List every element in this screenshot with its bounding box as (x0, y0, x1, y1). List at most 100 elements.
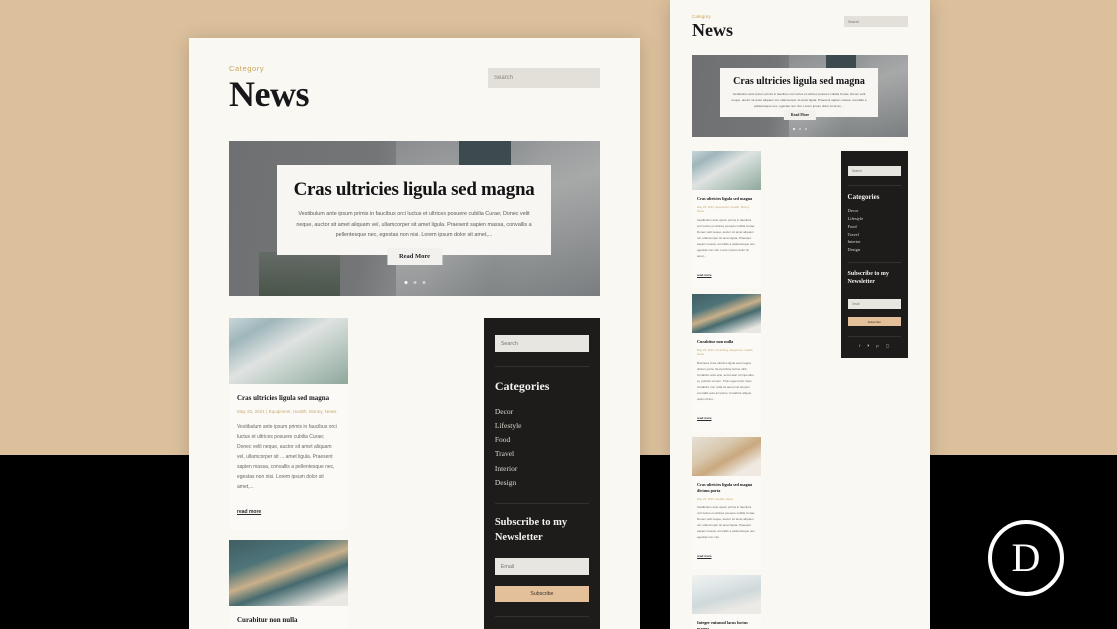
slider-dot-3[interactable] (422, 280, 425, 284)
post-excerpt: Business Cras ultricies ligula sed magna… (697, 361, 754, 402)
divider (847, 184, 901, 186)
tablet-hero-slider[interactable]: Cras ultricies ligula sed magna Vestibul… (692, 54, 908, 137)
subscribe-button[interactable]: Subscribe (494, 586, 589, 603)
hero-image-plant (258, 252, 341, 296)
slider-dot-3[interactable] (805, 127, 807, 130)
post-title[interactable]: Cras ultricies ligula sed magna (237, 394, 340, 403)
post-meta: May 23, 2021 | Coaching, Equipment, Heal… (697, 347, 754, 357)
hero-title: Cras ultricies ligula sed magna (293, 178, 535, 200)
divi-logo: D (988, 520, 1064, 596)
post-read-more-link[interactable]: read more (697, 273, 712, 277)
post-thumbnail[interactable] (692, 294, 761, 334)
tablet-hero-excerpt: Vestibulum ante ipsum primis in faucibus… (731, 91, 867, 109)
tablet-content-grid: Cras ultricies ligula sed magna May 23, … (692, 150, 908, 629)
slider-dot-2[interactable] (799, 127, 801, 130)
desktop-preview-panel: Category News Cras ultricies ligula sed … (189, 38, 640, 629)
divider (494, 503, 589, 505)
post-meta: May 23, 2021 | Equipment, Health, Money,… (697, 204, 750, 214)
tablet-search-input[interactable] (844, 16, 908, 27)
post-excerpt: Vestibulum ante ipsum primis in faucibus… (697, 218, 756, 259)
categories-heading: Categories (847, 192, 880, 201)
post-thumbnail[interactable] (692, 437, 761, 477)
post-title[interactable]: Curabitur non nulla (697, 339, 756, 345)
post-excerpt: Vestibulum ante ipsum primis in faucibus… (237, 424, 337, 491)
hero-content-card: Cras ultricies ligula sed magna Vestibul… (277, 164, 551, 256)
post-title[interactable]: Curabitur non nulla (237, 616, 340, 625)
search-input[interactable] (488, 68, 600, 88)
sidebar-item-food[interactable]: Food (495, 433, 589, 447)
subscribe-button[interactable]: Subscribe (847, 317, 901, 327)
slider-dot-1[interactable] (793, 127, 795, 130)
categories-heading: Categories (494, 379, 550, 394)
sidebar-search-input[interactable] (494, 335, 589, 353)
divider (847, 261, 901, 263)
post-thumbnail[interactable] (692, 575, 761, 615)
sidebar-search-input[interactable] (847, 165, 901, 176)
post-title[interactable]: Cras ultricies ligula sed magna dictum p… (697, 482, 756, 493)
sidebar-item-food[interactable]: Food (848, 222, 901, 230)
tablet-page-title: News (692, 20, 733, 40)
sidebar-item-design[interactable]: Design (848, 246, 901, 254)
post-card[interactable]: Curabitur non nulla May 23, 2021 | Coach… (692, 294, 761, 432)
social-links: f ⏵ p ▢ (848, 343, 901, 348)
divider (847, 335, 901, 337)
sidebar-item-interior[interactable]: Interior (848, 238, 901, 246)
tablet-category-label: Category (692, 14, 711, 19)
newsletter-heading: Subscribe to my Newsletter (847, 270, 889, 285)
post-card[interactable]: Cras ultricies ligula sed magna May 23, … (692, 150, 761, 289)
post-read-more-link[interactable]: read more (697, 554, 712, 558)
hero-read-more-button[interactable]: Read More (386, 247, 443, 265)
tablet-hero-title: Cras ultricies ligula sed magna (733, 75, 865, 87)
header-titles: Category News (229, 64, 309, 114)
post-meta: May 23, 2021 | Equipment, Health, Money,… (237, 409, 337, 415)
slider-dot-1[interactable] (404, 280, 407, 284)
sidebar-item-design[interactable]: Design (495, 475, 589, 489)
tablet-sidebar: Categories Decor Lifestyle Food Travel I… (840, 150, 908, 358)
pinterest-icon[interactable]: p (876, 343, 878, 348)
sidebar-item-decor[interactable]: Decor (848, 207, 901, 215)
post-title[interactable]: Integer euismod lacus luctus magna (697, 620, 756, 629)
post-meta: May 23, 2021 | Health, News (697, 496, 733, 501)
post-list: Cras ultricies ligula sed magna May 23, … (229, 317, 474, 629)
hero-slider-dots[interactable] (404, 280, 425, 284)
content-grid: Cras ultricies ligula sed magna May 23, … (229, 317, 600, 629)
twitter-icon[interactable]: ⏵ (867, 343, 869, 348)
instagram-icon[interactable]: ▢ (886, 343, 890, 348)
divi-logo-letter: D (1011, 535, 1041, 580)
tablet-slider-dots[interactable] (793, 127, 807, 130)
post-thumbnail[interactable] (692, 150, 761, 190)
sidebar-item-interior[interactable]: Interior (495, 461, 589, 475)
post-card[interactable]: Cras ultricies ligula sed magna dictum p… (692, 437, 761, 570)
post-read-more-link[interactable]: read more (237, 509, 261, 515)
tablet-page-header: Category News (692, 14, 908, 40)
tablet-post-list: Cras ultricies ligula sed magna May 23, … (692, 150, 835, 629)
divider (494, 616, 589, 618)
sidebar-item-lifestyle[interactable]: Lifestyle (495, 418, 589, 432)
post-card[interactable]: Cras ultricies ligula sed magna May 23, … (229, 317, 348, 531)
sidebar-item-travel[interactable]: Travel (848, 230, 901, 238)
post-card[interactable]: Curabitur non nulla May 23, 2021 | Coach… (229, 540, 348, 629)
hero-slider[interactable]: Cras ultricies ligula sed magna Vestibul… (229, 140, 600, 296)
categories-list: Decor Lifestyle Food Travel Interior Des… (848, 207, 901, 254)
divider (494, 366, 589, 368)
sidebar-item-travel[interactable]: Travel (495, 447, 589, 461)
category-label: Category (229, 64, 265, 73)
email-field[interactable] (847, 298, 901, 309)
categories-list: Decor Lifestyle Food Travel Interior Des… (495, 404, 589, 489)
hero-excerpt: Vestibulum ante ipsum primis in faucibus… (296, 210, 532, 239)
tablet-header-titles: Category News (692, 14, 733, 40)
post-thumbnail[interactable] (229, 540, 348, 607)
email-field[interactable] (494, 558, 589, 576)
tablet-hero-read-more-button[interactable]: Read More (783, 109, 817, 120)
sidebar: Categories Decor Lifestyle Food Travel I… (483, 317, 600, 629)
page-header: Category News (229, 64, 600, 114)
facebook-icon[interactable]: f (859, 343, 860, 348)
sidebar-item-lifestyle[interactable]: Lifestyle (848, 215, 901, 223)
sidebar-item-decor[interactable]: Decor (495, 404, 589, 418)
post-read-more-link[interactable]: read more (697, 416, 712, 420)
newsletter-heading: Subscribe to my Newsletter (494, 517, 568, 543)
post-thumbnail[interactable] (229, 317, 348, 384)
slider-dot-2[interactable] (413, 280, 416, 284)
post-card[interactable]: Integer euismod lacus luctus magna May 2… (692, 575, 761, 629)
post-title[interactable]: Cras ultricies ligula sed magna (697, 196, 756, 202)
